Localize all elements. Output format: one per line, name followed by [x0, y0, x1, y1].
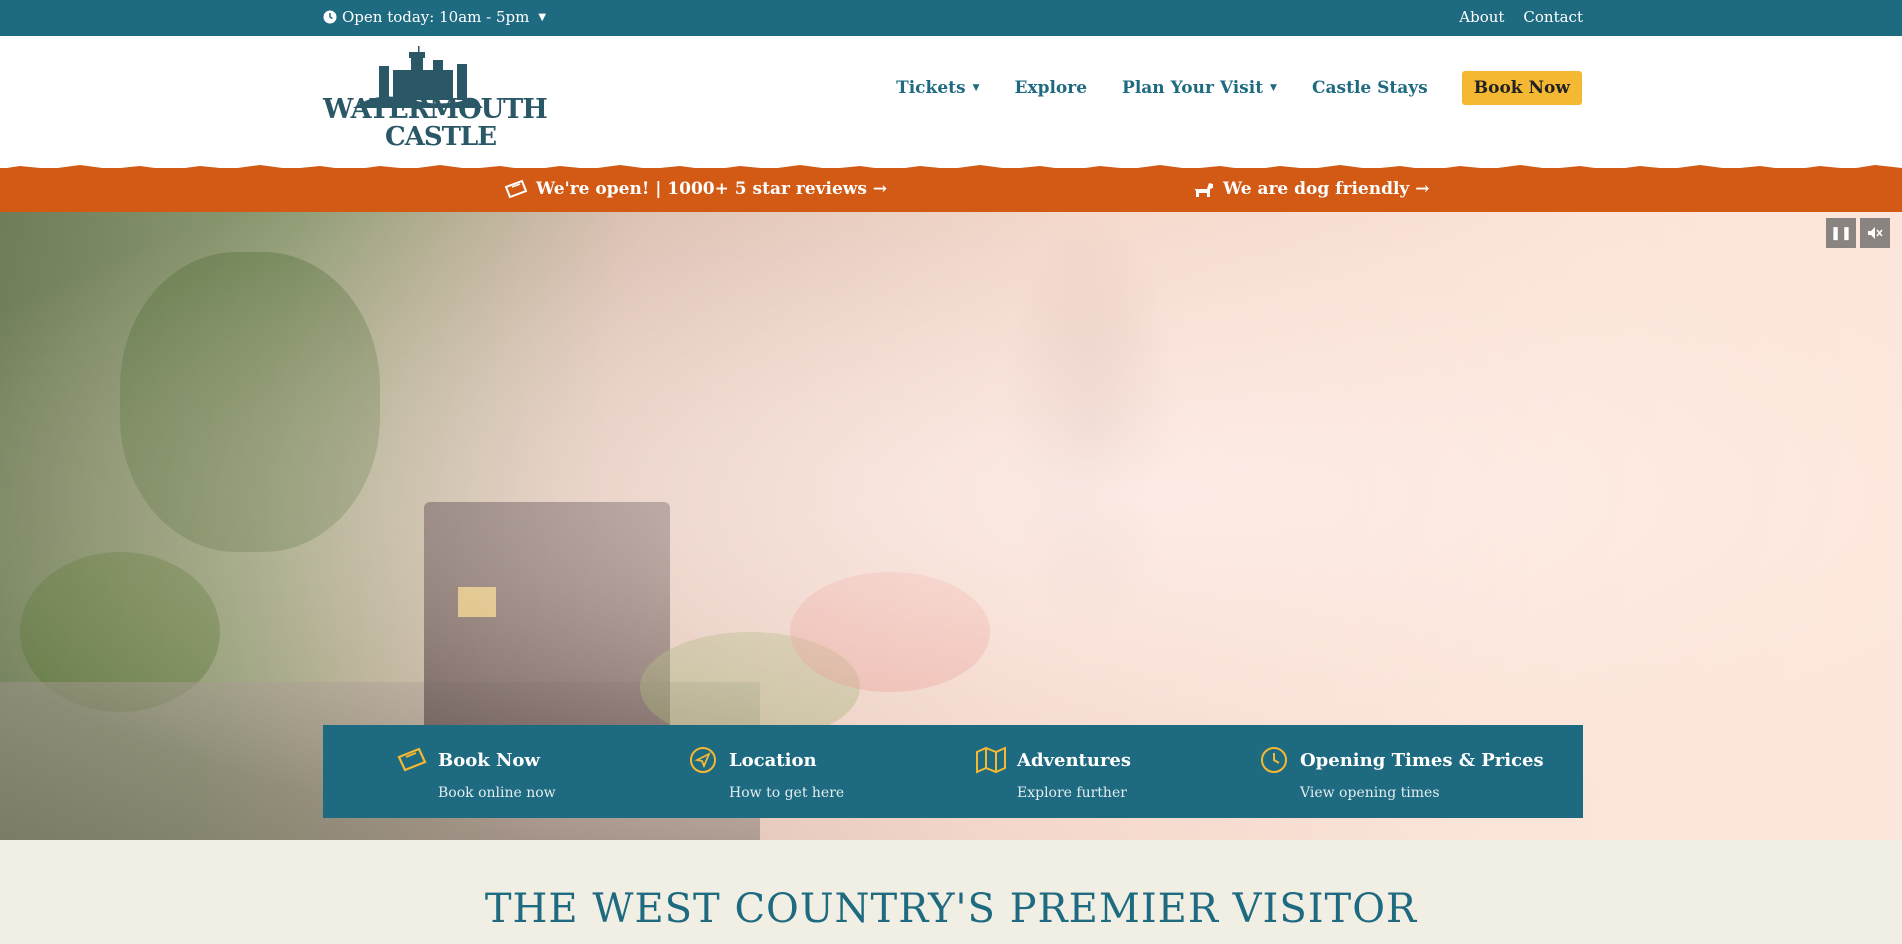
- top-bar: Open today: 10am - 5pm ▼ About Contact: [0, 0, 1902, 36]
- book-now-button[interactable]: Book Now: [1461, 71, 1582, 105]
- ticket-icon: [504, 179, 528, 199]
- map-icon: [975, 744, 1007, 776]
- opening-hours-text: Open today: 10am - 5pm: [342, 8, 530, 26]
- quick-link-title: Book Now: [438, 749, 540, 771]
- opening-hours-dropdown[interactable]: Open today: 10am - 5pm ▼: [323, 8, 546, 26]
- nav-explore[interactable]: Explore: [1014, 78, 1087, 98]
- dog-icon: [1194, 183, 1213, 197]
- pause-button[interactable]: ❚❚: [1826, 218, 1856, 248]
- contact-link[interactable]: Contact: [1523, 8, 1583, 26]
- pause-icon: ❚❚: [1830, 225, 1852, 241]
- nav-castle-stays-label: Castle Stays: [1311, 78, 1428, 98]
- reviews-promo-link[interactable]: We're open! | 1000+ 5 star reviews →: [504, 179, 887, 199]
- chevron-down-icon: ▼: [1270, 83, 1277, 93]
- promo-strip: We're open! | 1000+ 5 star reviews → We …: [0, 168, 1902, 212]
- quick-link-subtitle: Explore further: [1017, 785, 1127, 801]
- nav-plan-your-visit[interactable]: Plan Your Visit ▼: [1122, 78, 1277, 98]
- clock-icon: [1258, 744, 1290, 776]
- muted-speaker-icon: [1868, 227, 1883, 239]
- quick-link-subtitle: View opening times: [1300, 785, 1440, 801]
- nav-castle-stays[interactable]: Castle Stays: [1312, 78, 1428, 98]
- nav-explore-label: Explore: [1014, 78, 1088, 98]
- quick-link-subtitle: Book online now: [438, 785, 556, 801]
- quick-links-panel: Book Now Book online now Location How to…: [323, 725, 1583, 818]
- quick-link-location[interactable]: Location How to get here: [687, 744, 844, 801]
- quick-link-title: Location: [729, 749, 817, 771]
- ticket-icon: [396, 744, 428, 776]
- main-navigation: Tickets ▼ Explore Plan Your Visit ▼ Cast…: [861, 70, 1582, 106]
- logo-text-line1: WATERMOUTH: [323, 94, 548, 125]
- quick-link-adventures[interactable]: Adventures Explore further: [975, 744, 1131, 801]
- nav-tickets[interactable]: Tickets ▼: [896, 78, 979, 98]
- navigation-arrow-icon: [687, 744, 719, 776]
- mute-button[interactable]: [1860, 218, 1890, 248]
- nav-plan-label: Plan Your Visit: [1122, 78, 1264, 98]
- quick-link-title: Opening Times & Prices: [1300, 749, 1544, 771]
- quick-link-subtitle: How to get here: [729, 785, 845, 801]
- site-header: WATERMOUTH CASTLE Tickets ▼ Explore Plan…: [0, 36, 1902, 168]
- section-heading: THE WEST COUNTRY'S PREMIER VISITOR: [484, 886, 1418, 932]
- chevron-down-icon: ▼: [538, 11, 547, 23]
- dog-friendly-link[interactable]: We are dog friendly →: [1193, 179, 1429, 199]
- intro-section: THE WEST COUNTRY'S PREMIER VISITOR: [0, 840, 1902, 944]
- quick-link-title: Adventures: [1017, 749, 1132, 771]
- logo-text-line2: CASTLE: [385, 122, 497, 152]
- about-link[interactable]: About: [1459, 8, 1504, 26]
- watermouth-castle-logo[interactable]: WATERMOUTH CASTLE: [323, 46, 548, 154]
- quick-link-book-now[interactable]: Book Now Book online now: [396, 744, 556, 801]
- clock-icon: [323, 10, 337, 24]
- dog-friendly-text: We are dog friendly →: [1223, 179, 1430, 199]
- nav-tickets-label: Tickets: [896, 78, 966, 98]
- reviews-promo-text: We're open! | 1000+ 5 star reviews →: [536, 179, 888, 199]
- quick-link-opening-times[interactable]: Opening Times & Prices View opening time…: [1258, 744, 1544, 801]
- chevron-down-icon: ▼: [972, 83, 980, 93]
